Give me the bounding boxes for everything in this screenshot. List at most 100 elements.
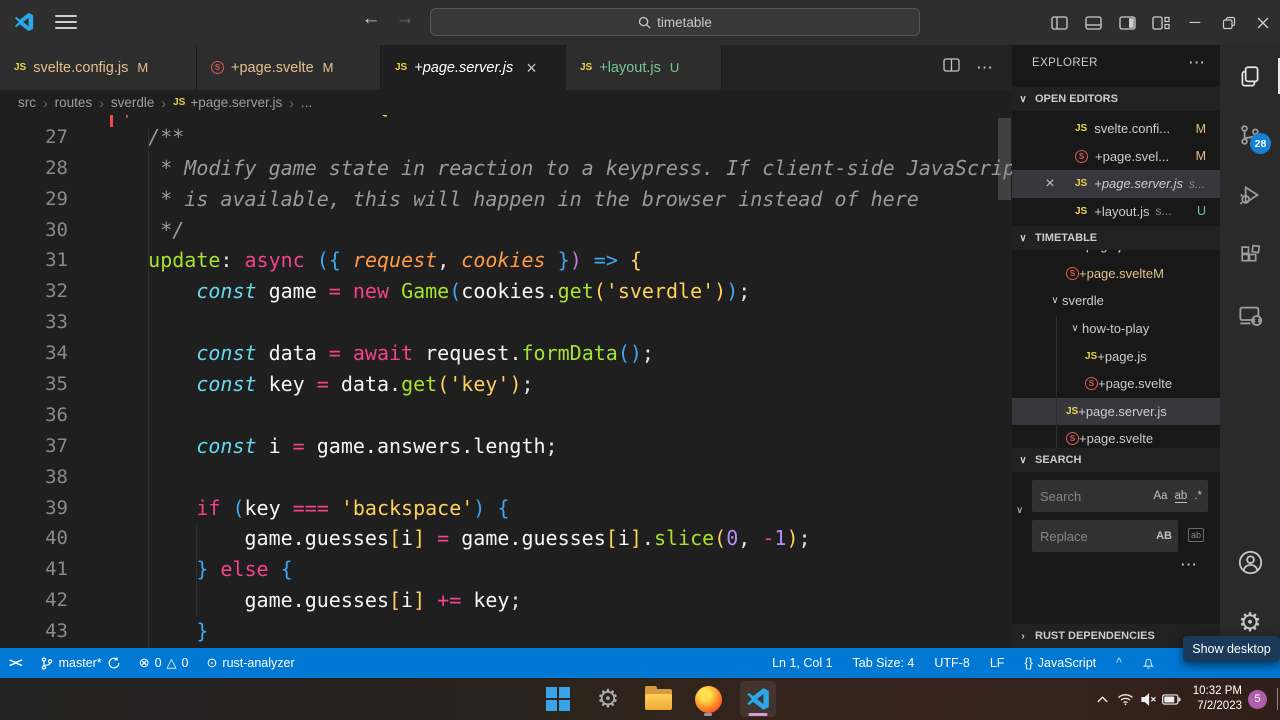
section-timetable[interactable]: ∨ TIMETABLE (1012, 226, 1220, 250)
match-case-icon[interactable]: Aa (1153, 490, 1167, 502)
extensions-icon[interactable] (1220, 233, 1280, 277)
start-button[interactable] (540, 681, 576, 717)
customize-layout-icon[interactable] (1144, 0, 1178, 45)
language-mode[interactable]: {} JavaScript (1015, 648, 1105, 678)
taskbar-settings-icon[interactable]: ⚙ (590, 681, 626, 717)
toggle-primary-sidebar-icon[interactable] (1042, 0, 1076, 45)
section-open-editors[interactable]: ∨ OPEN EDITORS (1012, 87, 1220, 111)
tree-file[interactable]: JS+page.js (1012, 342, 1220, 370)
code-line[interactable]: 26export const actions = { (0, 115, 1012, 122)
breadcrumb-item[interactable]: JS+page.server.js (173, 95, 282, 110)
menu-icon[interactable] (55, 15, 77, 29)
tab-+page.server.js[interactable]: JS+page.server.js× (381, 45, 566, 90)
replace-all-icon[interactable]: ab (1188, 528, 1204, 542)
editor-scrollbar[interactable] (998, 118, 1011, 200)
breadcrumb-item[interactable]: ... (301, 95, 312, 110)
close-window-button[interactable] (1246, 0, 1280, 45)
explorer-view-icon[interactable] (1220, 55, 1280, 99)
code-line[interactable]: 29 * is available, this will happen in t… (0, 184, 1012, 215)
tab-+layout.js[interactable]: JS+layout.jsU (566, 45, 722, 90)
tray-clock[interactable]: 10:32 PM 7/2/2023 (1193, 684, 1242, 714)
section-search[interactable]: ∨ SEARCH (1012, 448, 1220, 472)
file-explorer-icon[interactable] (640, 681, 676, 717)
toggle-secondary-sidebar-icon[interactable] (1110, 0, 1144, 45)
open-editor-item[interactable]: S+page.svel...M (1012, 143, 1220, 171)
eol[interactable]: LF (981, 648, 1014, 678)
open-editor-item[interactable]: JSsvelte.confi...M (1012, 115, 1220, 143)
command-center-search[interactable]: timetable (430, 8, 920, 36)
forward-arrow-icon[interactable]: → (392, 8, 418, 30)
code-line[interactable]: 39 if (key === 'backspace') { (0, 493, 1012, 524)
search-input[interactable]: Search Aa ab .* (1032, 480, 1208, 512)
tab-size[interactable]: Tab Size: 4 (844, 648, 924, 678)
tree-file[interactable]: S+page.svelteM (1012, 260, 1220, 288)
code-line[interactable]: 38 (0, 462, 1012, 493)
source-control-icon[interactable] (1220, 113, 1280, 157)
tab-+page.svelte[interactable]: S+page.svelteM (197, 45, 381, 90)
breadcrumb-item[interactable]: routes (55, 95, 93, 110)
code-editor[interactable]: 26export const actions = {27 /**28 * Mod… (0, 115, 1012, 648)
open-editor-item[interactable]: ×JS+page.server.jss... (1012, 170, 1220, 198)
code-line[interactable]: 27 /** (0, 122, 1012, 153)
tree-file[interactable]: S+page.svelte (1012, 370, 1220, 398)
restore-button[interactable] (1212, 0, 1246, 45)
account-icon[interactable] (1220, 540, 1280, 584)
breadcrumb-item[interactable]: sverdle (111, 95, 155, 110)
open-editor-item[interactable]: JS+layout.jss...U (1012, 198, 1220, 226)
code-line[interactable]: 31 update: async ({ request, cookies }) … (0, 245, 1012, 276)
cursor-position[interactable]: Ln 1, Col 1 (763, 648, 841, 678)
rust-analyzer-item[interactable]: ⊙ rust-analyzer (198, 648, 304, 678)
code-line[interactable]: 37 const i = game.answers.length; (0, 431, 1012, 462)
whole-word-icon[interactable]: ab (1175, 490, 1188, 503)
toggle-replace-icon[interactable]: ∨ (1016, 505, 1023, 516)
battery-icon[interactable] (1160, 694, 1183, 705)
tree-file[interactable]: S+page.svelte (1012, 425, 1220, 448)
chevron-down-icon: ∨ (1016, 233, 1030, 244)
code-line[interactable]: 40 game.guesses[i] = game.guesses[i].sli… (0, 523, 1012, 554)
git-branch-item[interactable]: master* (31, 648, 130, 678)
close-icon[interactable]: × (526, 59, 537, 77)
code-line[interactable]: 32 const game = new Game(cookies.get('sv… (0, 276, 1012, 307)
remote-explorer-icon[interactable] (1220, 293, 1280, 337)
code-line[interactable]: 42 game.guesses[i] += key; (0, 585, 1012, 616)
code-line[interactable]: 43 } (0, 616, 1012, 647)
close-icon[interactable]: × (1042, 175, 1058, 193)
code-line[interactable]: 33 (0, 307, 1012, 338)
code-line[interactable]: 28 * Modify game state in reaction to a … (0, 153, 1012, 184)
tree-file[interactable]: JS+page.js (1012, 250, 1220, 260)
tab-svelte.config.js[interactable]: JSsvelte.config.jsM (0, 45, 197, 90)
tree-folder[interactable]: ∨sverdle (1012, 287, 1220, 315)
git-status-badge: M (1196, 122, 1206, 136)
encoding[interactable]: UTF-8 (925, 648, 978, 678)
tree-folder[interactable]: ∨how-to-play (1012, 315, 1220, 343)
code-line[interactable]: 41 } else { (0, 554, 1012, 585)
tray-chevron-up-icon[interactable] (1091, 694, 1114, 705)
run-debug-icon[interactable] (1220, 173, 1280, 217)
editor-more-actions-icon[interactable]: ⋯ (976, 58, 994, 78)
volume-muted-icon[interactable] (1137, 693, 1160, 706)
taskbar-vscode-icon[interactable] (740, 681, 776, 717)
tree-file[interactable]: JS+page.server.js (1012, 398, 1220, 426)
preserve-case-icon[interactable]: AB (1156, 530, 1172, 542)
toggle-panel-icon[interactable] (1076, 0, 1110, 45)
explorer-more-actions-icon[interactable]: ⋯ (1188, 53, 1206, 73)
regex-icon[interactable]: .* (1194, 490, 1202, 502)
back-arrow-icon[interactable]: ← (358, 8, 384, 30)
firefox-icon[interactable] (690, 681, 726, 717)
code-line[interactable]: 35 const key = data.get('key'); (0, 369, 1012, 400)
remote-indicator-icon[interactable]: >< (0, 648, 31, 678)
wifi-icon[interactable] (1114, 693, 1137, 706)
breadcrumb-item[interactable]: src (18, 95, 36, 110)
code-line[interactable]: 34 const data = await request.formData()… (0, 338, 1012, 369)
code-line[interactable]: 30 */ (0, 215, 1012, 246)
show-desktop-edge[interactable] (1277, 688, 1278, 710)
search-more-actions-icon[interactable]: ⋯ (1180, 555, 1198, 575)
feedback-icon[interactable]: ^ (1107, 648, 1131, 678)
minimize-button[interactable]: ─ (1178, 0, 1212, 45)
code-line[interactable]: 36 (0, 400, 1012, 431)
problems-item[interactable]: ⊗ 0 △ 0 (130, 648, 198, 678)
notification-count-badge[interactable]: 5 (1248, 690, 1267, 709)
notifications-bell-icon[interactable] (1133, 648, 1164, 678)
replace-input[interactable]: Replace AB (1032, 520, 1178, 552)
split-editor-icon[interactable] (943, 57, 960, 78)
